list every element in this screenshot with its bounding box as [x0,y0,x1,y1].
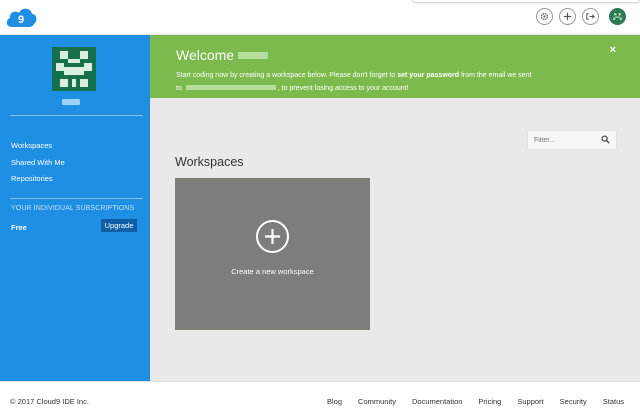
footer-link-pricing[interactable]: Pricing [478,397,501,406]
sidebar-divider [10,198,143,199]
sidebar: Workspaces Shared With Me Repositories Y… [0,35,150,381]
footer-link-support[interactable]: Support [517,397,543,406]
banner-text-part: , to prevent losing access to your accou… [277,84,409,92]
create-workspace-card[interactable]: Create a new workspace [175,178,370,330]
plan-name: Free [11,223,27,232]
profile-name-redacted [62,99,80,105]
copyright: © 2017 Cloud9 IDE Inc. [10,397,89,406]
footer-link-status[interactable]: Status [603,397,624,406]
sign-out-icon [586,13,595,20]
banner-text-part: Start coding now by creating a workspace… [176,72,398,79]
workspaces-title: Workspaces [175,155,244,169]
banner-text-part: to [176,84,184,92]
close-banner-icon[interactable]: × [610,44,616,56]
welcome-banner: Welcome Start coding now by creating a w… [150,35,640,98]
footer-links: Blog Community Documentation Pricing Sup… [311,397,624,406]
settings-button[interactable] [536,8,553,25]
sidebar-divider [10,115,143,116]
top-bar: 9 [0,0,640,35]
gear-icon [540,12,549,21]
footer: © 2017 Cloud9 IDE Inc. Blog Community Do… [0,381,640,417]
sidebar-item-shared-with-me[interactable]: Shared With Me [11,155,65,172]
profile-avatar[interactable] [52,47,96,91]
banner-text-part: from the email we sent [459,72,532,79]
banner-message: Start coding now by creating a workspace… [176,70,616,95]
email-redacted [185,85,276,91]
plus-icon [265,229,280,244]
user-avatar[interactable] [609,8,626,25]
search-icon[interactable] [601,135,610,144]
filter-input[interactable] [528,131,600,149]
subscriptions-title: YOUR INDIVIDUAL SUBSCRIPTIONS [11,205,135,212]
upgrade-button[interactable]: Upgrade [101,219,137,232]
svg-text:9: 9 [18,14,24,26]
plus-icon [563,12,572,21]
set-password-emphasis: set your password [397,72,460,79]
cloud9-logo-icon[interactable]: 9 [4,5,38,29]
sign-out-button[interactable] [582,8,599,25]
filter-box [527,130,617,150]
new-workspace-button[interactable] [559,8,576,25]
banner-title-text: Welcome [176,47,235,63]
dropdown-edge [412,0,640,3]
create-workspace-label: Create a new workspace [231,267,314,276]
footer-link-community[interactable]: Community [358,397,396,406]
top-icons [536,8,626,25]
plus-circle-icon [256,220,289,253]
avatar-pattern-icon [613,13,622,20]
banner-title: Welcome [176,47,269,63]
footer-link-security[interactable]: Security [560,397,587,406]
footer-link-blog[interactable]: Blog [327,397,342,406]
username-redacted [238,51,269,59]
sidebar-nav: Workspaces Shared With Me Repositories [11,138,65,188]
sidebar-item-workspaces[interactable]: Workspaces [11,138,65,155]
sidebar-item-repositories[interactable]: Repositories [11,171,65,188]
footer-link-documentation[interactable]: Documentation [412,397,462,406]
